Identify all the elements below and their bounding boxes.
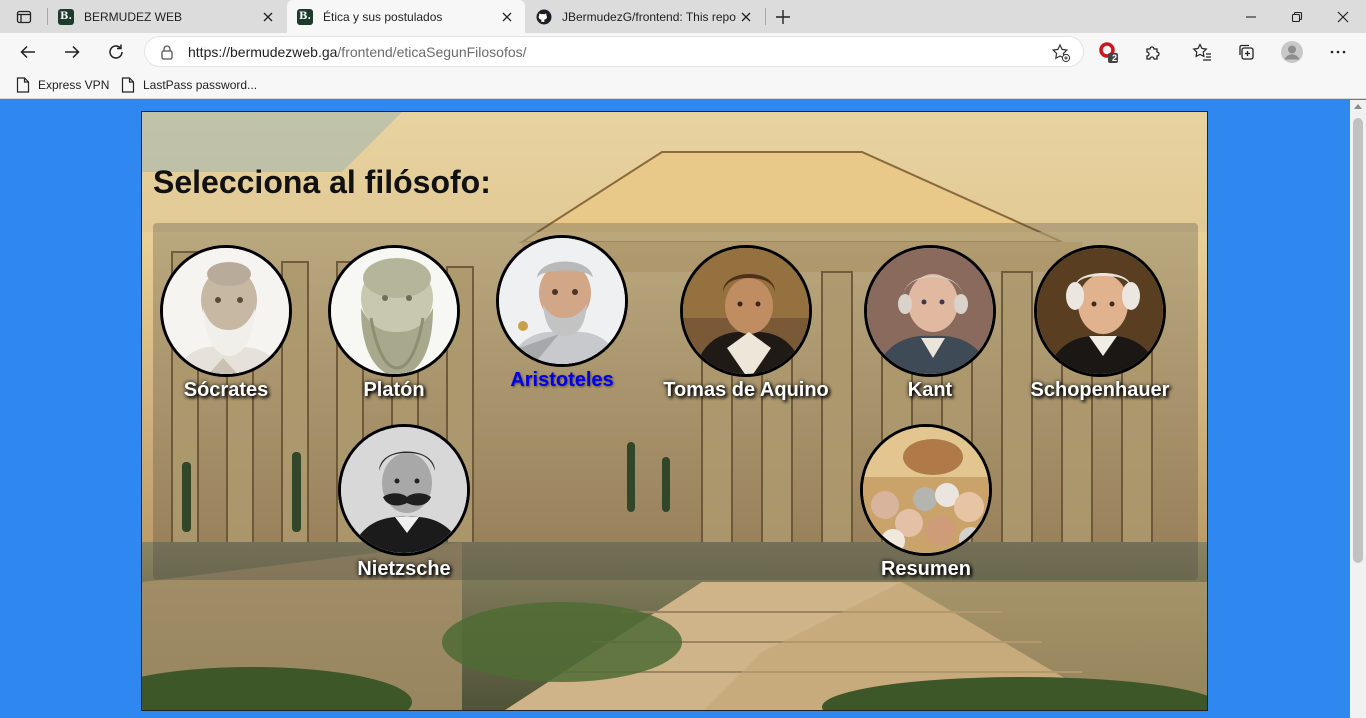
add-favorite-icon[interactable] [1051, 43, 1071, 63]
philosopher-card-nietzsche[interactable]: Nietzsche [314, 424, 494, 581]
extensions-button[interactable] [1137, 36, 1169, 68]
tab-etica-active[interactable]: B. Ética y sus postulados [287, 0, 525, 33]
close-tab-icon[interactable] [260, 9, 276, 25]
puzzle-icon [1146, 46, 1160, 60]
close-window-button[interactable] [1320, 0, 1366, 33]
back-button[interactable] [12, 36, 44, 68]
arrow-left-icon [20, 45, 35, 59]
scrollbar-thumb[interactable] [1353, 118, 1363, 563]
schopenhauer-portrait[interactable] [1034, 245, 1166, 377]
philosopher-link-aquinas[interactable]: Tomas de Aquino [656, 379, 836, 402]
page-icon [16, 77, 30, 93]
close-tab-icon[interactable] [499, 9, 515, 25]
favorites-list-icon [1192, 43, 1211, 61]
tab-github[interactable]: JBermudezG/frontend: This repo [526, 0, 764, 33]
bookmark-lastpass[interactable]: LastPass password... [121, 75, 257, 95]
philosopher-card-schopenhauer[interactable]: Schopenhauer [1010, 245, 1190, 402]
refresh-button[interactable] [100, 36, 132, 68]
close-tab-icon[interactable] [738, 9, 754, 25]
philosopher-link-plato[interactable]: Platón [304, 379, 484, 402]
philosopher-link-kant[interactable]: Kant [840, 379, 1020, 402]
forward-button[interactable] [56, 36, 88, 68]
philosopher-link-schopenhauer[interactable]: Schopenhauer [1010, 379, 1190, 402]
kant-portrait[interactable] [864, 245, 996, 377]
resumen-collage[interactable] [860, 424, 992, 556]
lock-icon[interactable] [159, 44, 175, 60]
aristotle-portrait[interactable] [496, 235, 628, 367]
avatar-icon [1281, 41, 1303, 63]
minimize-icon [1246, 15, 1256, 18]
philosopher-link-nietzsche[interactable]: Nietzsche [314, 558, 494, 581]
extension-button[interactable]: 2 [1093, 36, 1125, 68]
tab-strip: B. BERMUDEZ WEB B. Ética y sus postulado… [0, 0, 1366, 33]
philosopher-link-aristotle[interactable]: Aristoteles [472, 369, 652, 392]
restore-button[interactable] [1274, 0, 1320, 33]
minimize-button[interactable] [1228, 0, 1274, 33]
philosophers-scene: Selecciona al filósofo: Sócrates Platón … [141, 111, 1208, 711]
socrates-portrait[interactable] [160, 245, 292, 377]
tab-title: JBermudezG/frontend: This repo [562, 9, 736, 24]
page-icon [121, 77, 135, 93]
philosopher-card-kant[interactable]: Kant [840, 245, 1020, 402]
url-host: https://bermudezweb.ga [188, 44, 338, 60]
new-tab-button[interactable] [770, 4, 796, 30]
url-path: /frontend/eticaSegunFilosofos/ [337, 44, 527, 60]
toolbar: https://bermudezweb.ga/frontend/eticaSeg… [0, 33, 1366, 70]
tab-title: Ética y sus postulados [323, 9, 443, 24]
philosopher-card-plato[interactable]: Platón [304, 245, 484, 402]
page-heading: Selecciona al filósofo: [153, 164, 491, 200]
tab-bermudez-web[interactable]: B. BERMUDEZ WEB [48, 0, 286, 33]
philosopher-link-socrates[interactable]: Sócrates [142, 379, 316, 402]
nietzsche-portrait[interactable] [338, 424, 470, 556]
more-dots-icon [1330, 50, 1346, 54]
bermudez-favicon-icon: B. [297, 8, 313, 25]
tab-separator [765, 8, 766, 25]
address-bar[interactable]: https://bermudezweb.ga/frontend/eticaSeg… [144, 36, 1084, 67]
bookmark-express-vpn[interactable]: Express VPN [16, 75, 109, 95]
bookmarks-bar: Express VPN LastPass password... [0, 70, 1366, 99]
aquinas-portrait[interactable] [680, 245, 812, 377]
refresh-icon [109, 44, 123, 59]
philosopher-card-socrates[interactable]: Sócrates [142, 245, 316, 402]
plus-icon [776, 10, 790, 24]
arrow-right-icon [65, 45, 80, 59]
collections-button[interactable] [1230, 36, 1262, 68]
philosopher-link-resumen[interactable]: Resumen [836, 558, 1016, 581]
scroll-up-arrow[interactable] [1354, 104, 1362, 109]
github-icon [536, 9, 552, 25]
restore-icon [1291, 11, 1303, 22]
tab-actions-icon [16, 10, 32, 24]
tab-title: BERMUDEZ WEB [84, 9, 183, 24]
settings-menu-button[interactable] [1322, 36, 1354, 68]
bookmark-label: Express VPN [38, 78, 110, 92]
bookmark-label: LastPass password... [143, 78, 258, 92]
collections-icon [1239, 44, 1254, 60]
extension-badge: 2 [1112, 53, 1118, 63]
url-text[interactable]: https://bermudezweb.ga/frontend/eticaSeg… [188, 44, 527, 60]
close-icon [1337, 11, 1349, 22]
profile-button[interactable] [1276, 36, 1308, 68]
philosopher-card-aquinas[interactable]: Tomas de Aquino [656, 245, 836, 402]
philosopher-card-aristotle[interactable]: Aristoteles [472, 235, 652, 392]
scrollbar[interactable] [1350, 100, 1366, 718]
plato-portrait[interactable] [328, 245, 460, 377]
tab-actions-button[interactable] [8, 4, 40, 30]
extension-o-icon [1099, 42, 1118, 63]
philosopher-card-resumen[interactable]: Resumen [836, 424, 1016, 581]
bermudez-favicon-icon: B. [58, 8, 74, 25]
favorites-button[interactable] [1186, 36, 1218, 68]
